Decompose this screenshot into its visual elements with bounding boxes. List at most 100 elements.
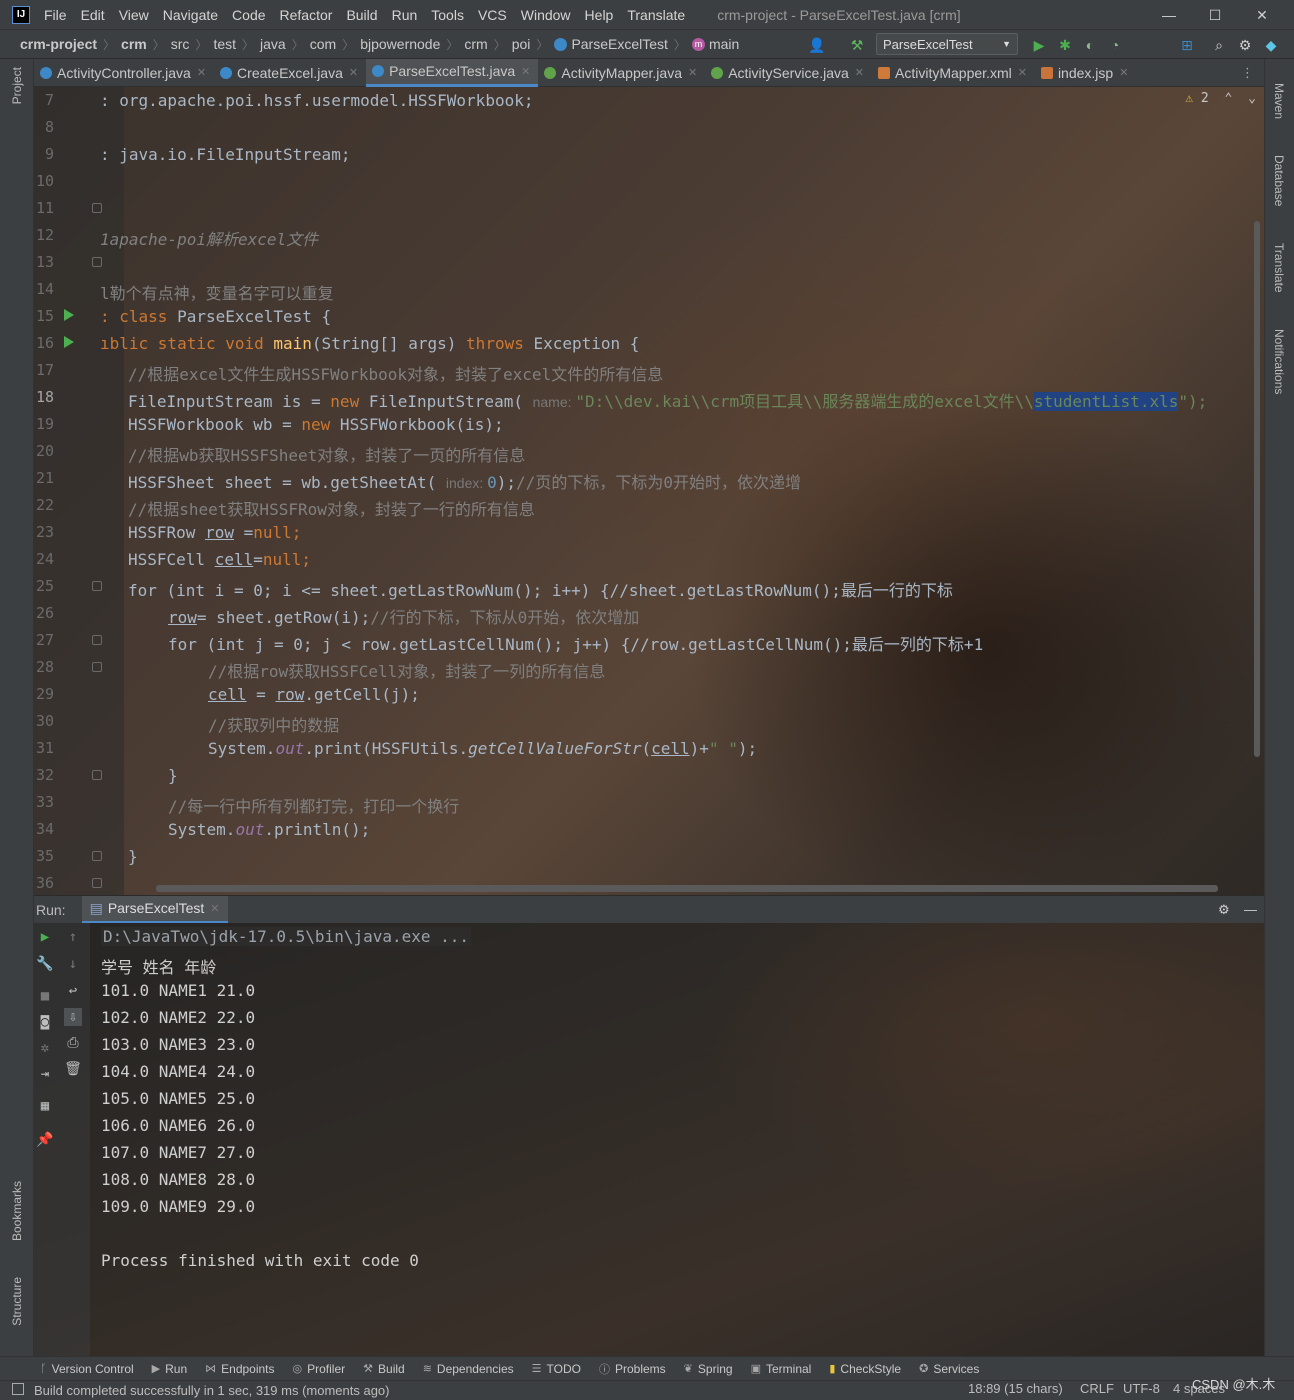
chevron-up-icon[interactable]: ⌃	[1225, 91, 1233, 106]
pin-icon[interactable]: 📌	[36, 1131, 54, 1149]
menu-edit[interactable]: Edit	[81, 7, 105, 23]
database-tool-button[interactable]: Database	[1272, 155, 1286, 206]
terminal-tool-button[interactable]: ▣ Terminal	[751, 1362, 812, 1376]
close-icon[interactable]: ✕	[349, 66, 358, 79]
close-button[interactable]: ✕	[1249, 4, 1275, 26]
menu-file[interactable]: File	[44, 7, 67, 23]
menu-vcs[interactable]: VCS	[478, 7, 507, 23]
tab-activitycontroller[interactable]: ActivityController.java ✕	[34, 59, 214, 87]
fold-icon[interactable]	[92, 662, 102, 672]
menu-window[interactable]: Window	[521, 7, 571, 23]
close-icon[interactable]: ✕	[855, 66, 864, 79]
run-console[interactable]: ▶ ↑ 🔧 ↓ ■ ↩ ◙ ⇩ ✲ ⎙ ⇥ 🗑 ▦ 📌 D:\JavaTwo\j…	[34, 923, 1264, 1356]
layout-icon[interactable]: ▦	[36, 1097, 54, 1115]
problems-tool-button[interactable]: ⓘ Problems	[599, 1361, 666, 1377]
inspection-widget[interactable]: ⚠ 2 ⌃ ⌄	[1185, 91, 1256, 106]
fold-icon[interactable]	[92, 851, 102, 861]
run-tool-button[interactable]: ▶ Run	[152, 1362, 187, 1376]
translate-tool-button[interactable]: Translate	[1272, 243, 1286, 293]
breadcrumb-class[interactable]: ParseExcelTest	[571, 36, 667, 52]
camera-icon[interactable]: ◙	[36, 1013, 54, 1031]
breadcrumb-java[interactable]: java	[260, 36, 286, 52]
arrow-down-icon[interactable]: ↓	[64, 955, 82, 973]
tab-activitymapper[interactable]: ActivityMapper.java ✕	[538, 59, 705, 87]
breadcrumb-com[interactable]: com	[310, 36, 336, 52]
tab-activityservice[interactable]: ActivityService.java ✕	[705, 59, 872, 87]
tab-createexcel[interactable]: CreateExcel.java ✕	[214, 59, 366, 87]
caret-position[interactable]: 18:89 (15 chars)	[968, 1381, 1063, 1396]
search-icon[interactable]: ⌕	[1210, 36, 1228, 54]
plugin-icon[interactable]: ◆	[1262, 36, 1280, 54]
more-tabs-icon[interactable]: ⋮	[1241, 65, 1254, 81]
menu-tools[interactable]: Tools	[431, 7, 464, 23]
gear-icon[interactable]: ⚙	[1218, 902, 1230, 918]
bookmarks-tool-button[interactable]: Bookmarks	[10, 1181, 24, 1241]
profile-icon[interactable]: ◔	[1106, 36, 1124, 54]
run-configuration-select[interactable]: ParseExcelTest ▼	[876, 33, 1018, 55]
run-icon[interactable]: ▶	[1030, 36, 1048, 54]
horizontal-scrollbar[interactable]	[156, 885, 1218, 892]
menu-code[interactable]: Code	[232, 7, 265, 23]
minimize-button[interactable]: —	[1156, 4, 1182, 26]
breadcrumb-poi[interactable]: poi	[512, 36, 531, 52]
scroll-to-end-icon[interactable]: ⇩	[64, 1008, 82, 1026]
close-icon[interactable]: ✕	[210, 902, 219, 915]
run-gutter-icon[interactable]	[64, 309, 74, 321]
vertical-scrollbar[interactable]	[1254, 221, 1260, 757]
fold-icon[interactable]	[92, 257, 102, 267]
build-hammer-icon[interactable]: ⚒	[848, 36, 866, 54]
menu-build[interactable]: Build	[346, 7, 377, 23]
version-control-tool-button[interactable]: ᚴ Version Control	[40, 1362, 134, 1376]
menu-navigate[interactable]: Navigate	[163, 7, 218, 23]
intellij-logo-icon[interactable]: IJ	[12, 5, 30, 24]
coverage-icon[interactable]: ◐	[1081, 36, 1099, 54]
breadcrumb-src[interactable]: src	[171, 36, 190, 52]
maven-tool-button[interactable]: Maven	[1272, 83, 1286, 119]
profiler-tool-button[interactable]: ◎ Profiler	[293, 1362, 346, 1376]
code-editor[interactable]: 7 8 9 10 11 12 13 14 15 16 17 18 19 20 21 22 23 24 25 26 27 2…	[34, 87, 1264, 895]
dependencies-tool-button[interactable]: ≋ Dependencies	[423, 1362, 514, 1376]
menu-run[interactable]: Run	[392, 7, 418, 23]
services-tool-button[interactable]: ✪ Services	[919, 1362, 979, 1376]
exit-icon[interactable]: ⇥	[36, 1065, 54, 1083]
close-icon[interactable]: ✕	[197, 66, 206, 79]
menu-help[interactable]: Help	[585, 7, 614, 23]
project-tool-button[interactable]: Project	[10, 67, 24, 104]
breadcrumb-test[interactable]: test	[213, 36, 236, 52]
stop-icon[interactable]: ■	[36, 987, 54, 1005]
chevron-down-icon[interactable]: ⌄	[1248, 91, 1256, 106]
endpoints-tool-button[interactable]: ⋈ Endpoints	[205, 1362, 274, 1376]
build-tool-button[interactable]: ⚒ Build	[363, 1362, 405, 1376]
fold-icon[interactable]	[92, 203, 102, 213]
menu-refactor[interactable]: Refactor	[280, 7, 333, 23]
structure-tool-button[interactable]: Structure	[10, 1277, 24, 1326]
breadcrumb-project[interactable]: crm-project	[20, 36, 97, 52]
breadcrumb-module[interactable]: crm	[121, 36, 147, 52]
checkstyle-tool-button[interactable]: ▮ CheckStyle	[829, 1362, 901, 1376]
soft-wrap-icon[interactable]: ↩	[64, 982, 82, 1000]
trash-icon[interactable]: 🗑	[64, 1060, 82, 1078]
arrow-up-icon[interactable]: ↑	[64, 928, 82, 946]
fold-icon[interactable]	[92, 635, 102, 645]
debug-icon[interactable]: ✱	[1056, 36, 1074, 54]
rerun-icon[interactable]: ▶	[36, 928, 54, 946]
spring-tool-button[interactable]: ❦ Spring	[684, 1362, 733, 1376]
file-encoding[interactable]: UTF-8	[1123, 1381, 1160, 1396]
breadcrumb-method[interactable]: main	[709, 36, 739, 52]
run-gutter-icon[interactable]	[64, 336, 74, 348]
print-icon[interactable]: ⎙	[64, 1034, 82, 1052]
maximize-button[interactable]: ☐	[1202, 4, 1228, 26]
user-icon[interactable]: 👤	[808, 36, 826, 54]
menu-view[interactable]: View	[119, 7, 149, 23]
close-icon[interactable]: ✕	[1018, 66, 1027, 79]
close-icon[interactable]: ✕	[521, 65, 530, 78]
menu-translate[interactable]: Translate	[627, 7, 685, 23]
tab-parseexceltest[interactable]: ParseExcelTest.java ✕	[366, 58, 539, 87]
toggle-tool-windows-icon[interactable]	[12, 1383, 24, 1395]
translate-icon[interactable]: ⊞	[1178, 36, 1196, 54]
fold-icon[interactable]	[92, 581, 102, 591]
fold-icon[interactable]	[92, 878, 102, 888]
breadcrumb-bjpowernode[interactable]: bjpowernode	[360, 36, 440, 52]
settings-icon[interactable]: ✲	[36, 1039, 54, 1057]
todo-tool-button[interactable]: ☰ TODO	[532, 1362, 581, 1376]
